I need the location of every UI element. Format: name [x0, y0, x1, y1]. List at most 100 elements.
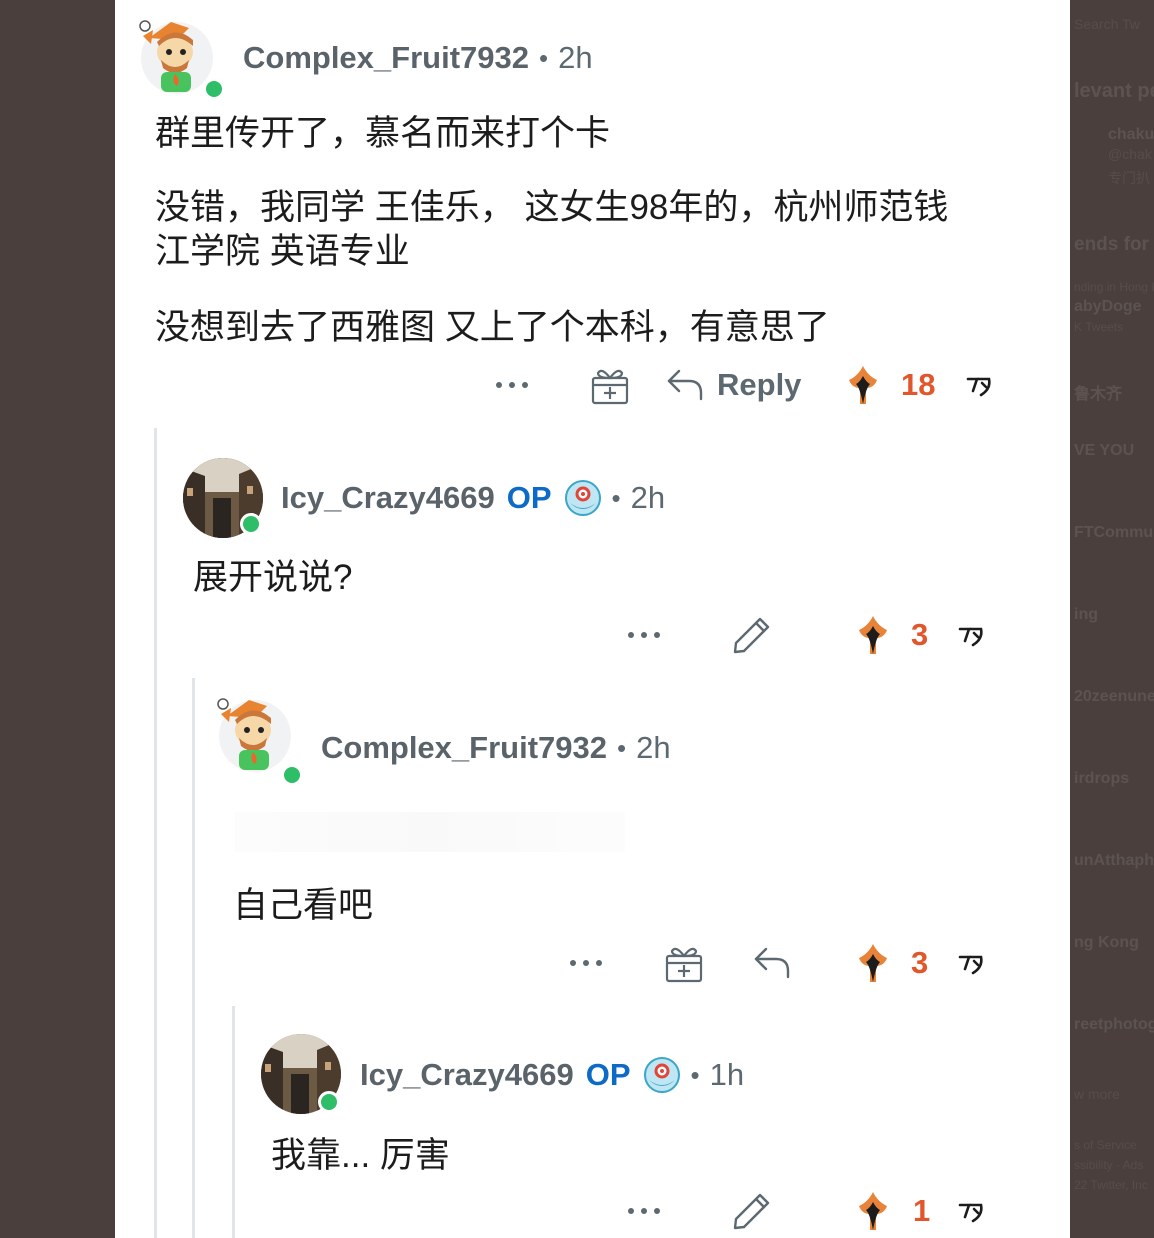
- comment-thread-card: Complex_Fruit7932 • 2h 群里传开了，慕名而来打个卡 没错，…: [115, 0, 1070, 1238]
- downvote-icon: [966, 377, 991, 397]
- online-status-indicator: [281, 764, 303, 786]
- reply-arrow-icon: [667, 369, 703, 401]
- comment-line: 自己看吧: [233, 886, 374, 925]
- upvote-button[interactable]: [841, 360, 885, 410]
- gift-icon: [591, 369, 629, 405]
- avatar[interactable]: [215, 694, 303, 786]
- ghost-trends: ends for y: [1074, 234, 1154, 255]
- downvote-button[interactable]: [953, 938, 989, 988]
- timestamp[interactable]: 2h: [636, 730, 670, 766]
- pencil-icon: [733, 617, 770, 654]
- achievement-badge-icon: [643, 1057, 680, 1093]
- comment-line: 江学院 英语专业: [155, 232, 410, 271]
- vote-score: 3: [911, 617, 929, 652]
- username[interactable]: Icy_Crazy4669: [360, 1057, 574, 1093]
- downvote-button[interactable]: [961, 360, 997, 410]
- op-badge: OP: [506, 480, 552, 515]
- separator-dot: •: [539, 42, 549, 73]
- ghost-r4: 鲁木齐: [1074, 386, 1123, 403]
- vote-score: 1: [913, 1193, 931, 1228]
- separator-dot: •: [611, 482, 621, 513]
- more-dots-icon: [570, 960, 602, 966]
- snoo-avatar-icon: [217, 698, 291, 772]
- more-options-button[interactable]: [619, 610, 669, 660]
- reply-label: Reply: [717, 367, 802, 402]
- timestamp[interactable]: 2h: [558, 40, 592, 76]
- award-button[interactable]: [659, 938, 709, 988]
- comment-line: 展开说说?: [193, 558, 353, 597]
- ghost-r2: abyDoge: [1074, 298, 1142, 315]
- reply-button[interactable]: Reply: [665, 360, 805, 410]
- vote-score: 3: [911, 945, 929, 980]
- gift-icon: [665, 947, 703, 983]
- upvote-flame-icon: [859, 1192, 887, 1230]
- more-dots-icon: [628, 632, 660, 638]
- downvote-icon: [958, 955, 983, 975]
- edit-button[interactable]: [727, 610, 777, 660]
- comment-line: 没错，我同学 王佳乐， 这女生98年的，杭州师范钱: [155, 188, 949, 227]
- comment-actions: 3: [115, 938, 1070, 988]
- pencil-icon: [733, 1193, 770, 1230]
- ghost-r5: VE YOU: [1074, 442, 1135, 459]
- comment-actions: 3: [115, 610, 1070, 660]
- upvote-flame-icon: [859, 944, 887, 982]
- comment-meta: Icy_Crazy4669 OP • 2h: [281, 478, 665, 518]
- online-status-indicator: [318, 1091, 340, 1113]
- username[interactable]: Complex_Fruit7932: [243, 40, 529, 76]
- thread-line[interactable]: [154, 428, 157, 1238]
- downvote-button[interactable]: [953, 610, 989, 660]
- ghost-search: Search Tw: [1074, 16, 1140, 32]
- ghost-r14: s of Service: [1074, 1138, 1137, 1152]
- comment-meta: Complex_Fruit7932 • 2h: [243, 38, 593, 78]
- upvote-button[interactable]: [851, 1186, 895, 1236]
- comment-line: 我靠... 厉害: [271, 1136, 450, 1175]
- ghost-t1: chaku: [1108, 126, 1154, 143]
- ghost-r10: unAtthapha: [1074, 852, 1154, 869]
- comment-meta: Icy_Crazy4669 OP • 1h: [360, 1055, 744, 1095]
- downvote-icon: [958, 1203, 983, 1223]
- ghost-relevant: levant pe: [1074, 80, 1154, 102]
- ghost-t2: @chak: [1108, 146, 1152, 162]
- comment-meta: Complex_Fruit7932 • 2h: [321, 728, 671, 768]
- award-button[interactable]: [585, 360, 635, 410]
- upvote-button[interactable]: [851, 938, 895, 988]
- timestamp[interactable]: 2h: [631, 480, 665, 516]
- upvote-button[interactable]: [851, 610, 895, 660]
- username[interactable]: Icy_Crazy4669: [281, 480, 495, 516]
- more-dots-icon: [496, 382, 528, 388]
- avatar[interactable]: [137, 16, 225, 100]
- ghost-r12: reetphotog: [1074, 1016, 1154, 1033]
- ghost-r6: FTCommu: [1074, 524, 1154, 541]
- ghost-r7: ing: [1074, 606, 1098, 623]
- comment-actions: 1: [115, 1186, 1070, 1236]
- ghost-r8: 20zeenunew: [1074, 688, 1154, 705]
- online-status-indicator: [203, 78, 225, 100]
- ghost-r13: w more: [1074, 1086, 1120, 1102]
- separator-dot: •: [690, 1059, 700, 1090]
- comment-line: 没想到去了西雅图 又上了个本科，有意思了: [155, 308, 830, 347]
- achievement-badge-icon: [564, 480, 601, 516]
- blurred-image-placeholder: [235, 812, 625, 852]
- comment-line: 群里传开了，慕名而来打个卡: [155, 114, 611, 153]
- more-dots-icon: [628, 1208, 660, 1214]
- ghost-r9: irdrops: [1074, 770, 1130, 787]
- upvote-flame-icon: [859, 616, 887, 654]
- separator-dot: •: [617, 732, 627, 763]
- more-options-button[interactable]: [561, 938, 611, 988]
- online-status-indicator: [240, 513, 262, 535]
- more-options-button[interactable]: [487, 360, 537, 410]
- edit-button[interactable]: [727, 1186, 777, 1236]
- username[interactable]: Complex_Fruit7932: [321, 730, 607, 766]
- ghost-r1: nding in Hong K: [1074, 280, 1154, 294]
- ghost-r3: K Tweets: [1074, 320, 1124, 334]
- reply-button[interactable]: [747, 938, 797, 988]
- left-backdrop: [0, 0, 115, 1238]
- ghost-r11: ng Kong: [1074, 934, 1139, 951]
- more-options-button[interactable]: [619, 1186, 669, 1236]
- op-badge: OP: [585, 1057, 631, 1092]
- comment-actions: Reply 18: [115, 360, 1070, 410]
- ghost-r16: 22 Twitter, Inc: [1074, 1178, 1148, 1192]
- ghost-t3: 专门扒: [1108, 170, 1150, 186]
- downvote-button[interactable]: [953, 1186, 989, 1236]
- timestamp[interactable]: 1h: [710, 1057, 744, 1093]
